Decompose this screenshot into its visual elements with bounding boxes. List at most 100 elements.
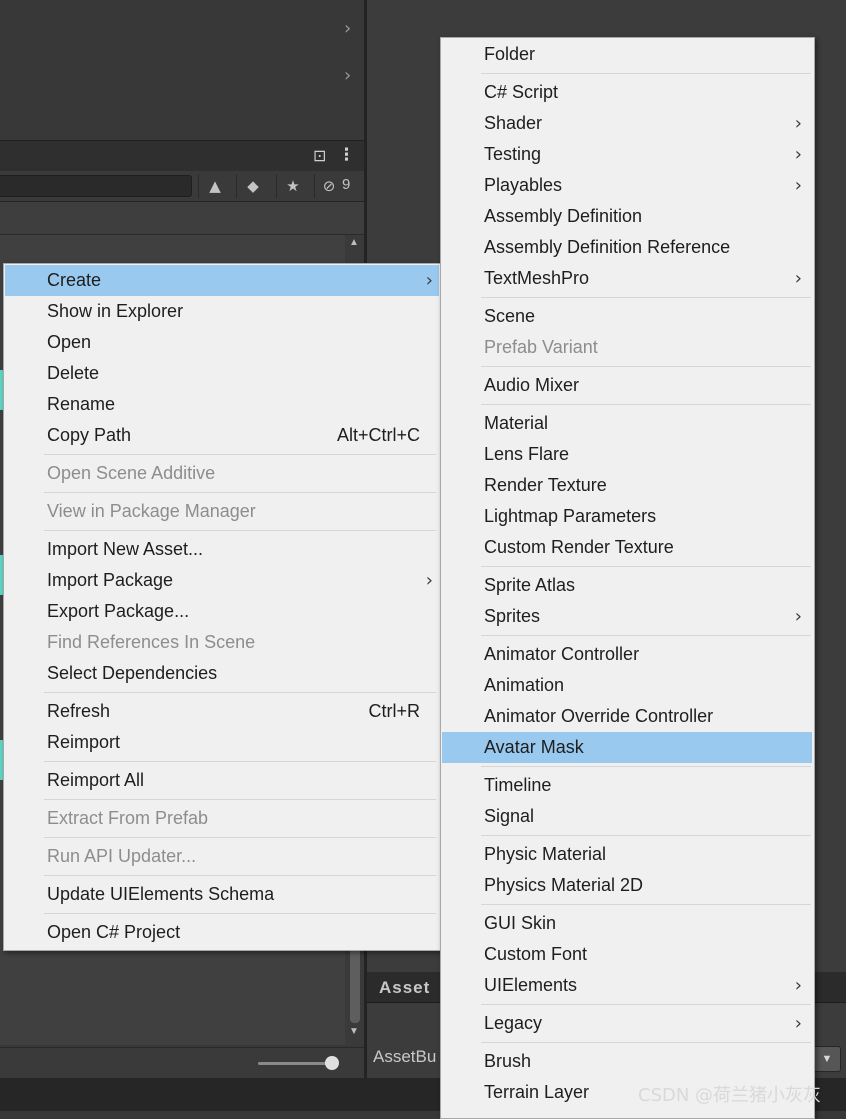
menu-item-reimport[interactable]: Reimport	[5, 727, 439, 758]
search-input[interactable]	[0, 175, 192, 197]
menu-item-delete[interactable]: Delete	[5, 358, 439, 389]
menu-item-audio-mixer[interactable]: Audio Mixer	[442, 370, 812, 401]
menu-item-label: Assembly Definition Reference	[484, 237, 731, 257]
menu-item-lens-flare[interactable]: Lens Flare	[442, 439, 812, 470]
chevron-right-icon[interactable]: ›	[344, 18, 351, 39]
menu-item-label: Lightmap Parameters	[484, 506, 657, 526]
menu-item-label: Delete	[47, 363, 100, 383]
menu-item-import-new-asset[interactable]: Import New Asset...	[5, 534, 439, 565]
menu-item-label: Scene	[484, 306, 536, 326]
menu-separator	[481, 297, 811, 298]
menu-item-assembly-definition[interactable]: Assembly Definition	[442, 201, 812, 232]
menu-item-scene[interactable]: Scene	[442, 301, 812, 332]
menu-item-sprites[interactable]: Sprites ›	[442, 601, 812, 632]
filter-by-label-icon[interactable]: ◆	[236, 174, 269, 198]
menu-item-assembly-definition-reference[interactable]: Assembly Definition Reference	[442, 232, 812, 263]
menu-item-label: Export Package...	[47, 601, 190, 621]
menu-item-gui-skin[interactable]: GUI Skin	[442, 908, 812, 939]
menu-item-label: GUI Skin	[484, 913, 557, 933]
menu-separator	[481, 566, 811, 567]
menu-item-label: Show in Explorer	[47, 301, 184, 321]
menu-item-create[interactable]: Create ›	[5, 265, 439, 296]
menu-separator	[481, 635, 811, 636]
menu-item-avatar-mask[interactable]: Avatar Mask	[442, 732, 812, 763]
menu-item-copy-path[interactable]: Copy Path Alt+Ctrl+C	[5, 420, 439, 451]
menu-item-find-references-in-scene: Find References In Scene	[5, 627, 439, 658]
menu-item-label: Audio Mixer	[484, 375, 580, 395]
menu-item-label: Refresh	[47, 701, 111, 721]
menu-item-physic-material[interactable]: Physic Material	[442, 839, 812, 870]
menu-item-label: Brush	[484, 1051, 532, 1071]
submenu-arrow-icon: ›	[794, 606, 802, 627]
menu-item-brush[interactable]: Brush	[442, 1046, 812, 1077]
menu-item-signal[interactable]: Signal	[442, 801, 812, 832]
project-toolbar: ▲ ◆ ★ ⊘ 9	[0, 171, 364, 202]
scrollbar-thumb[interactable]	[350, 945, 360, 1023]
menu-item-physics-material-2d[interactable]: Physics Material 2D	[442, 870, 812, 901]
project-breadcrumb-bar	[0, 202, 364, 235]
hidden-packages-eye-icon[interactable]: ⊘	[314, 174, 343, 198]
assetbundle-dropdown-icon[interactable]: ▼	[813, 1046, 841, 1072]
menu-item-render-texture[interactable]: Render Texture	[442, 470, 812, 501]
menu-item-label: Sprites	[484, 606, 541, 626]
menu-item-animator-override-controller[interactable]: Animator Override Controller	[442, 701, 812, 732]
menu-item-folder[interactable]: Folder	[442, 39, 812, 70]
menu-item-label: Animator Override Controller	[484, 706, 714, 726]
menu-item-lightmap-parameters[interactable]: Lightmap Parameters	[442, 501, 812, 532]
menu-item-open-csharp-project[interactable]: Open C# Project	[5, 917, 439, 948]
menu-separator	[44, 692, 436, 693]
menu-item-csharp-script[interactable]: C# Script	[442, 77, 812, 108]
menu-item-custom-render-texture[interactable]: Custom Render Texture	[442, 532, 812, 563]
menu-item-reimport-all[interactable]: Reimport All	[5, 765, 439, 796]
menu-item-animation[interactable]: Animation	[442, 670, 812, 701]
submenu-arrow-icon: ›	[794, 175, 802, 196]
menu-separator	[481, 766, 811, 767]
icon-size-slider-knob[interactable]	[325, 1056, 339, 1070]
menu-item-label: Playables	[484, 175, 563, 195]
menu-item-label: Copy Path	[47, 425, 132, 445]
menu-item-show-in-explorer[interactable]: Show in Explorer	[5, 296, 439, 327]
menu-item-shortcut: Ctrl+R	[368, 701, 420, 721]
menu-separator	[44, 530, 436, 531]
lock-icon[interactable]: ⊡	[313, 146, 326, 165]
menu-item-label: Lens Flare	[484, 444, 570, 464]
menu-item-animator-controller[interactable]: Animator Controller	[442, 639, 812, 670]
submenu-arrow-icon: ›	[794, 144, 802, 165]
menu-item-label: Select Dependencies	[47, 663, 218, 683]
project-window-header: ⊡ ⋮	[0, 140, 364, 172]
menu-item-sprite-atlas[interactable]: Sprite Atlas	[442, 570, 812, 601]
menu-item-label: Reimport	[47, 732, 121, 752]
scroll-up-arrow-icon[interactable]: ▲	[349, 237, 359, 248]
menu-item-uielements[interactable]: UIElements ›	[442, 970, 812, 1001]
menu-item-open[interactable]: Open	[5, 327, 439, 358]
chevron-right-icon[interactable]: ›	[344, 65, 351, 86]
menu-item-label: Terrain Layer	[484, 1082, 590, 1102]
menu-item-select-dependencies[interactable]: Select Dependencies	[5, 658, 439, 689]
menu-item-label: Testing	[484, 144, 542, 164]
menu-item-rename[interactable]: Rename	[5, 389, 439, 420]
scroll-down-arrow-icon[interactable]: ▼	[349, 1026, 359, 1037]
hidden-packages-count: 9	[342, 176, 351, 193]
icon-size-slider[interactable]	[258, 1062, 332, 1065]
menu-item-playables[interactable]: Playables ›	[442, 170, 812, 201]
filter-by-type-icon[interactable]: ▲	[198, 174, 231, 198]
more-options-icon[interactable]: ⋮	[338, 145, 355, 165]
menu-item-refresh[interactable]: Refresh Ctrl+R	[5, 696, 439, 727]
menu-item-import-package[interactable]: Import Package ›	[5, 565, 439, 596]
menu-item-label: Import New Asset...	[47, 539, 204, 559]
submenu-arrow-icon: ›	[794, 268, 802, 289]
menu-item-material[interactable]: Material	[442, 408, 812, 439]
menu-item-label: Open C# Project	[47, 922, 181, 942]
menu-item-legacy[interactable]: Legacy ›	[442, 1008, 812, 1039]
submenu-arrow-icon: ›	[794, 113, 802, 134]
menu-item-timeline[interactable]: Timeline	[442, 770, 812, 801]
menu-item-shader[interactable]: Shader ›	[442, 108, 812, 139]
assetbundle-label: AssetBu	[373, 1047, 437, 1066]
menu-item-testing[interactable]: Testing ›	[442, 139, 812, 170]
menu-item-textmeshpro[interactable]: TextMeshPro ›	[442, 263, 812, 294]
inspector-panel-top	[0, 0, 364, 140]
favorites-star-icon[interactable]: ★	[276, 174, 309, 198]
menu-item-custom-font[interactable]: Custom Font	[442, 939, 812, 970]
menu-item-export-package[interactable]: Export Package...	[5, 596, 439, 627]
menu-item-update-uielements-schema[interactable]: Update UIElements Schema	[5, 879, 439, 910]
